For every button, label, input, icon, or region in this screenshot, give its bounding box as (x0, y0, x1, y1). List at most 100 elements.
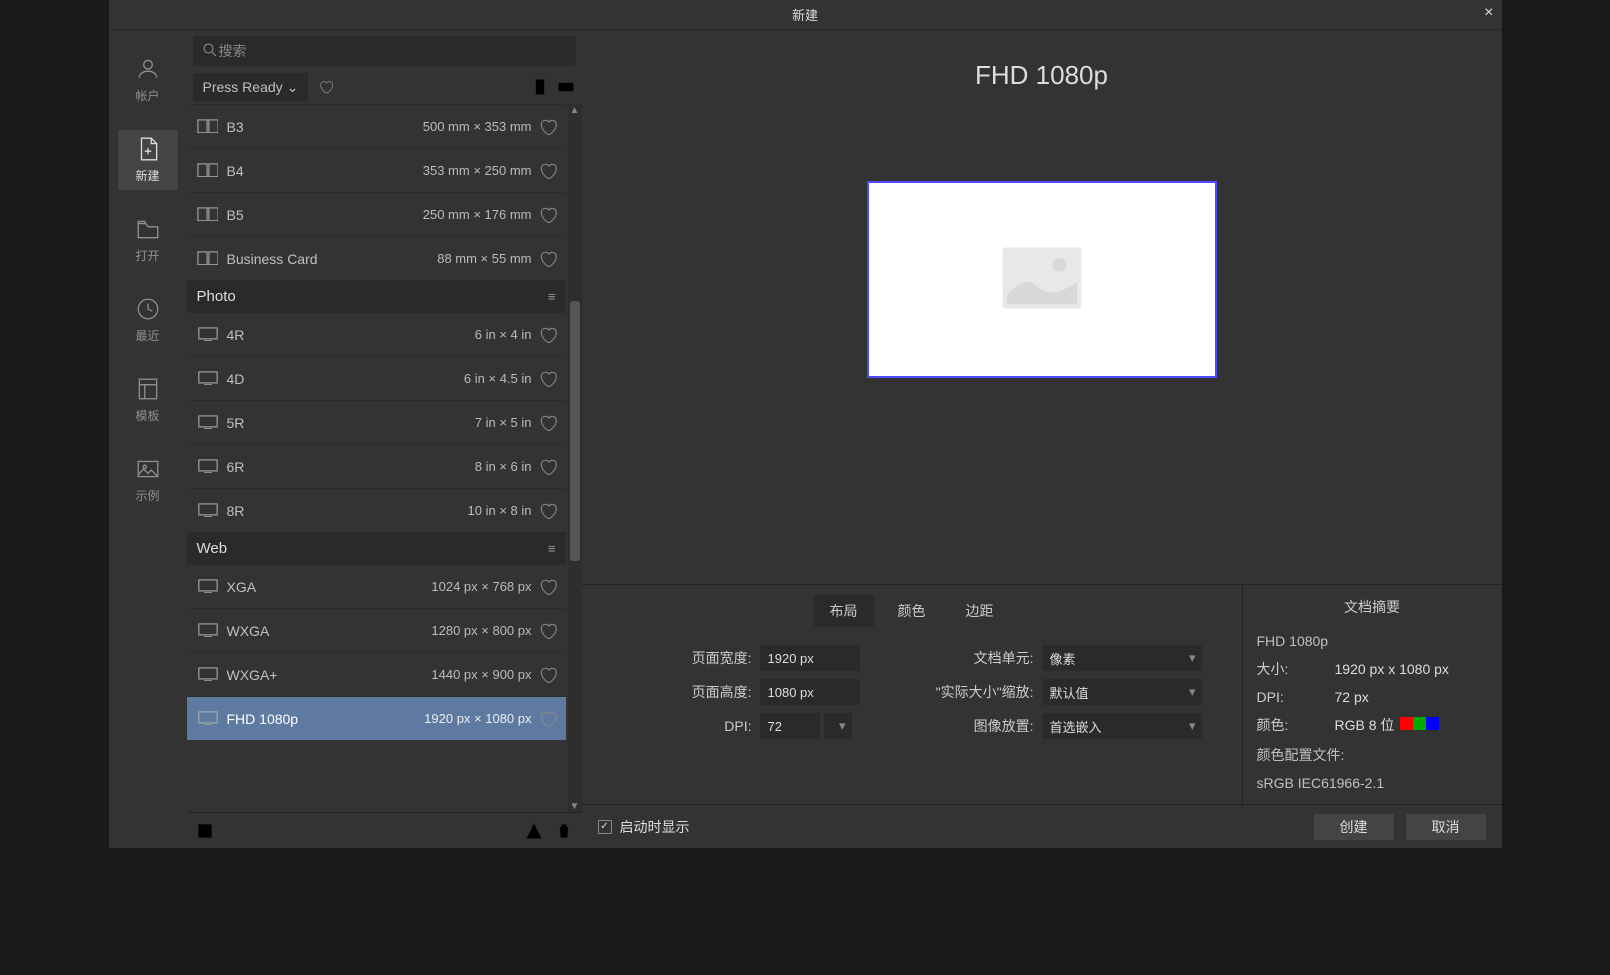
group-header[interactable]: Photo≡ (187, 280, 566, 312)
favorite-toggle[interactable] (538, 577, 558, 597)
new-file-icon (135, 136, 161, 162)
preview-title: FHD 1080p (975, 60, 1108, 91)
summary-panel: 文档摘要 FHD 1080p 大小:1920 px x 1080 px DPI:… (1242, 585, 1502, 804)
tab-layout[interactable]: 布局 (814, 595, 874, 627)
favorite-toggle[interactable] (538, 621, 558, 641)
spread-icon (197, 251, 219, 267)
sidebar-item-templates[interactable]: 模板 (118, 370, 178, 430)
favorite-toggle[interactable] (538, 205, 558, 225)
favorite-toggle[interactable] (538, 501, 558, 521)
preset-name: 8R (227, 503, 245, 519)
preset-row[interactable]: 5R7 in × 5 in (187, 400, 566, 444)
favorite-toggle[interactable] (538, 457, 558, 477)
favorite-toggle[interactable] (538, 117, 558, 137)
preset-dimensions: 8 in × 6 in (475, 459, 532, 474)
scale-select[interactable]: 默认值 (1042, 679, 1202, 705)
filter-dropdown[interactable]: Press Ready ⌄ (193, 73, 309, 101)
favorite-toggle[interactable] (538, 161, 558, 181)
chevron-down-icon: ⌄ (287, 79, 299, 96)
search-input[interactable] (219, 43, 568, 59)
screen-icon (197, 327, 219, 343)
summary-title: 文档摘要 (1257, 597, 1488, 617)
favorite-toggle[interactable] (538, 325, 558, 345)
sidebar-item-recent[interactable]: 最近 (118, 290, 178, 350)
screen-icon (197, 623, 219, 639)
sidebar-item-label: 新建 (135, 167, 159, 184)
settings-tabs: 布局 颜色 边距 (582, 595, 1242, 627)
sidebar-item-new[interactable]: 新建 (118, 130, 178, 190)
scale-label: "实际大小"缩放: (926, 682, 1034, 702)
menu-icon[interactable]: ≡ (548, 541, 556, 556)
sidebar-item-open[interactable]: 打开 (118, 210, 178, 270)
sidebar-item-account[interactable]: 帐户 (118, 50, 178, 110)
scroll-up-button[interactable]: ▲ (569, 104, 581, 116)
width-input[interactable] (760, 645, 860, 671)
height-input[interactable] (760, 679, 860, 705)
dpi-label: DPI: (682, 718, 752, 734)
scroll-down-button[interactable]: ▼ (569, 800, 581, 812)
preset-row[interactable]: XGA 1024 px × 768 px (187, 564, 566, 608)
sidebar: 帐户 新建 打开 最近 模板 示例 (109, 30, 187, 848)
favorite-filter-icon[interactable] (316, 77, 336, 97)
search-box[interactable] (193, 36, 576, 66)
favorite-toggle[interactable] (538, 665, 558, 685)
add-category-button[interactable] (225, 821, 245, 841)
preset-row[interactable]: WXGA1280 px × 800 px (187, 608, 566, 652)
preset-name: 4D (227, 371, 245, 387)
favorite-toggle[interactable] (538, 709, 558, 729)
add-preset-button[interactable] (195, 821, 215, 841)
image-placement-select[interactable]: 首选嵌入 (1042, 713, 1202, 739)
filter-selected: Press Ready (203, 79, 283, 95)
sidebar-item-samples[interactable]: 示例 (118, 450, 178, 510)
rename-button[interactable] (524, 821, 544, 841)
delete-button[interactable] (554, 821, 574, 841)
cancel-button[interactable]: 取消 (1406, 814, 1486, 840)
menu-icon[interactable]: ≡ (548, 289, 556, 304)
close-button[interactable]: × (1484, 4, 1493, 22)
preset-row[interactable]: 4R6 in × 4 in (187, 312, 566, 356)
spread-icon (197, 207, 219, 223)
preset-row[interactable]: 6R8 in × 6 in (187, 444, 566, 488)
scroll-thumb[interactable] (570, 301, 580, 561)
preset-row[interactable]: Business Card88 mm × 55 mm (187, 236, 566, 280)
preset-dimensions: 6 in × 4 in (475, 327, 532, 342)
preset-name: Business Card (227, 251, 318, 267)
preset-row[interactable]: WXGA+1440 px × 900 px (187, 652, 566, 696)
preset-dimensions: 500 mm × 353 mm (423, 119, 532, 134)
portrait-icon[interactable] (530, 77, 550, 97)
preset-name: XGA (227, 579, 257, 595)
preset-row[interactable]: FHD 1080p1920 px × 1080 px (187, 696, 566, 740)
width-label: 页面宽度: (682, 648, 752, 668)
show-on-start-checkbox[interactable]: ✓ 启动时显示 (598, 817, 690, 837)
preset-dimensions: 1024 px × 768 px (431, 579, 531, 594)
summary-color-label: 颜色: (1257, 715, 1325, 735)
preset-dimensions: 7 in × 5 in (475, 415, 532, 430)
group-header[interactable]: Web≡ (187, 532, 566, 564)
favorite-toggle[interactable] (538, 413, 558, 433)
preset-row[interactable]: B4353 mm × 250 mm (187, 148, 566, 192)
show-on-start-label: 启动时显示 (620, 817, 690, 837)
landscape-icon[interactable] (556, 77, 576, 97)
preset-row[interactable]: 8R10 in × 8 in (187, 488, 566, 532)
preset-dimensions: 353 mm × 250 mm (423, 163, 532, 178)
sidebar-item-label: 最近 (135, 327, 159, 344)
preset-row[interactable]: 4D 6 in × 4.5 in (187, 356, 566, 400)
screen-icon (197, 667, 219, 683)
dpi-dropdown[interactable] (824, 713, 852, 739)
units-select[interactable]: 像素 (1042, 645, 1202, 671)
preset-row[interactable]: B3 500 mm × 353 mm (187, 104, 566, 148)
preset-row[interactable]: B5250 mm × 176 mm (187, 192, 566, 236)
preset-panel: Press Ready ⌄ B3 500 mm × 353 mm B4353 mm … (187, 30, 582, 848)
favorite-toggle[interactable] (538, 249, 558, 269)
preset-name: B3 (227, 119, 244, 135)
summary-name: FHD 1080p (1257, 633, 1488, 649)
tab-color[interactable]: 颜色 (882, 595, 942, 627)
favorite-toggle[interactable] (538, 369, 558, 389)
screen-icon (197, 459, 219, 475)
preset-dimensions: 6 in × 4.5 in (464, 371, 532, 386)
dpi-input[interactable] (760, 713, 820, 739)
units-label: 文档单元: (926, 648, 1034, 668)
tab-margins[interactable]: 边距 (950, 595, 1010, 627)
scrollbar[interactable]: ▲ ▼ (568, 104, 582, 812)
create-button[interactable]: 创建 (1314, 814, 1394, 840)
